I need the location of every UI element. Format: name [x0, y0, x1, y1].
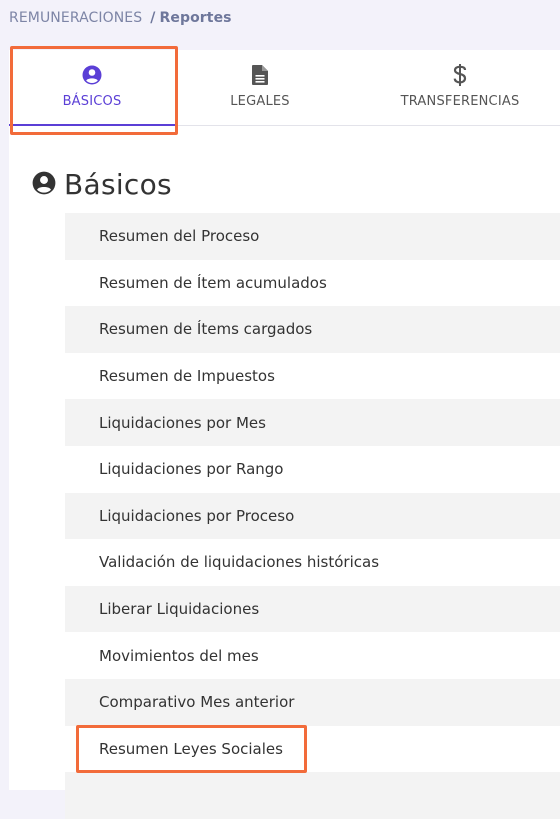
report-item-resumen-proceso[interactable]: Resumen del Proceso — [65, 213, 560, 260]
user-circle-icon — [82, 64, 102, 86]
report-item-comparativo-mes-anterior[interactable]: Comparativo Mes anterior — [65, 678, 560, 726]
dollar-icon — [453, 64, 467, 86]
report-item-resumen-leyes-sociales[interactable]: Resumen Leyes Sociales — [65, 725, 560, 773]
tab-transferencias[interactable]: TRANSFERENCIAS — [345, 50, 560, 126]
breadcrumb-separator: / — [150, 10, 156, 26]
tab-legales-label: LEGALES — [230, 94, 290, 109]
report-item-liberar-liquidaciones[interactable]: Liberar Liquidaciones — [65, 585, 560, 633]
report-item-resumen-items-cargados[interactable]: Resumen de Ítems cargados — [65, 306, 560, 353]
report-item-partial[interactable] — [65, 772, 560, 819]
report-item-liquidaciones-rango[interactable]: Liquidaciones por Rango — [65, 445, 560, 493]
breadcrumb-current: Reportes — [159, 10, 232, 26]
user-circle-icon — [32, 171, 56, 199]
tab-legales[interactable]: LEGALES — [175, 50, 345, 126]
section-title: Básicos — [64, 168, 172, 201]
document-icon — [252, 64, 268, 86]
report-tabs: BÁSICOS LEGALES TRANSFERENCIAS — [9, 50, 560, 126]
report-list: Resumen del Proceso Resumen de Ítem acum… — [65, 213, 560, 819]
report-item-liquidaciones-proceso[interactable]: Liquidaciones por Proceso — [65, 492, 560, 540]
report-item-resumen-impuestos[interactable]: Resumen de Impuestos — [65, 352, 560, 400]
report-item-resumen-item-acumulados[interactable]: Resumen de Ítem acumulados — [65, 259, 560, 307]
tab-basicos[interactable]: BÁSICOS — [9, 50, 175, 126]
section-heading: Básicos — [32, 168, 172, 201]
tab-basicos-label: BÁSICOS — [62, 94, 122, 109]
breadcrumb: REMUNERACIONES / Reportes — [9, 10, 232, 26]
report-item-movimientos-mes[interactable]: Movimientos del mes — [65, 632, 560, 679]
tab-transferencias-label: TRANSFERENCIAS — [400, 94, 520, 109]
breadcrumb-parent[interactable]: REMUNERACIONES — [9, 10, 142, 26]
report-item-validacion-historicas[interactable]: Validación de liquidaciones históricas — [65, 539, 560, 586]
report-item-liquidaciones-mes[interactable]: Liquidaciones por Mes — [65, 399, 560, 446]
